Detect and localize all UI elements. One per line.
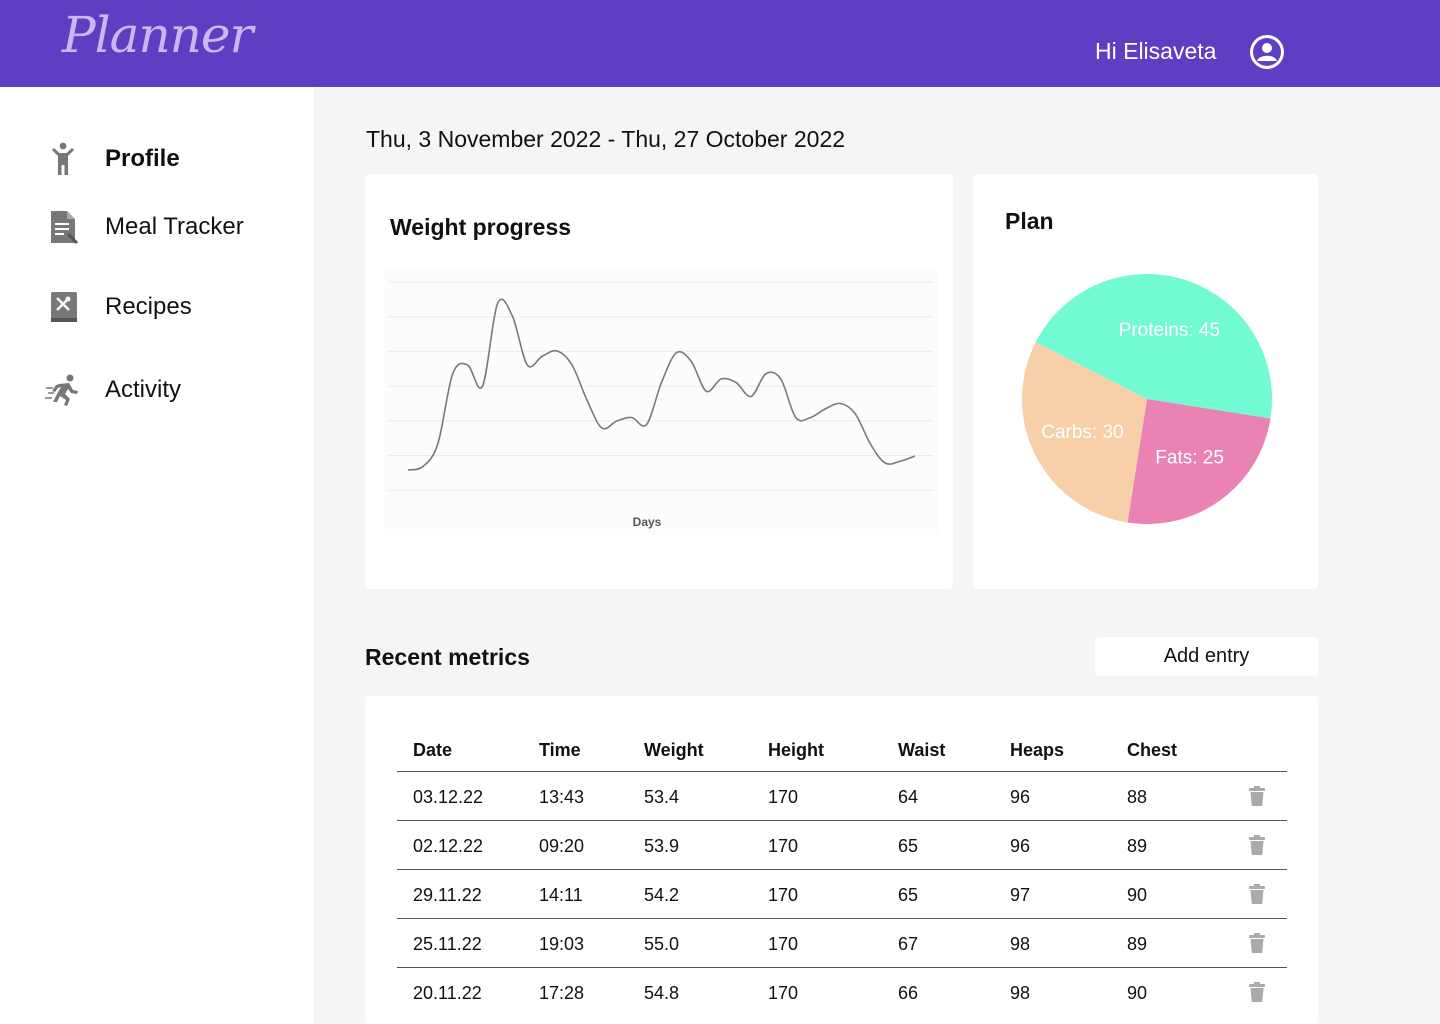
plan-title: Plan	[1005, 208, 1054, 234]
column-header-weight[interactable]: Weight	[644, 740, 704, 761]
cell-weight: 54.2	[644, 885, 680, 905]
cell-chest: 89	[1127, 934, 1148, 954]
pie-slice-label: Proteins: 45	[1119, 320, 1220, 341]
cell-time: 17:28	[539, 983, 585, 1003]
plan-card: Plan Proteins: 45 Fats: 25 Carbs: 30	[973, 174, 1318, 589]
column-header-date[interactable]: Date	[413, 740, 452, 761]
column-header-waist[interactable]: Waist	[898, 740, 945, 761]
cell-waist: 65	[898, 885, 919, 905]
trash-icon[interactable]	[1247, 932, 1267, 954]
table-header: Date Time Weight Height Waist Heaps Ches…	[397, 740, 1287, 772]
sidebar-item-recipes[interactable]: Recipes	[45, 287, 192, 327]
pie-slice-label: Carbs: 30	[1041, 422, 1123, 443]
cell-chest: 89	[1127, 836, 1148, 856]
cell-date: 20.11.22	[413, 983, 482, 1003]
user-avatar-icon[interactable]	[1250, 35, 1284, 69]
sidebar: Profile Meal Tracker Recipes Activity	[0, 87, 314, 1024]
column-header-time[interactable]: Time	[539, 740, 581, 761]
trash-icon[interactable]	[1247, 785, 1267, 807]
cell-waist: 67	[898, 934, 919, 954]
user-greeting: Hi Elisaveta	[1095, 38, 1217, 64]
pie-slice-label: Fats: 25	[1155, 448, 1224, 469]
cell-date: 29.11.22	[413, 885, 482, 905]
date-range[interactable]: Thu, 3 November 2022 - Thu, 27 October 2…	[366, 126, 845, 153]
sidebar-item-profile[interactable]: Profile	[45, 139, 180, 179]
cell-date: 25.11.22	[413, 934, 482, 954]
cell-time: 14:11	[539, 885, 583, 905]
cell-weight: 55.0	[644, 934, 680, 954]
cell-heaps: 98	[1010, 983, 1031, 1003]
add-entry-button[interactable]: Add entry	[1095, 637, 1318, 676]
sidebar-item-label: Recipes	[105, 293, 192, 320]
trash-icon[interactable]	[1247, 834, 1267, 856]
metrics-table: Date Time Weight Height Waist Heaps Ches…	[365, 696, 1318, 1024]
x-axis-label: Days	[633, 515, 662, 529]
cell-chest: 90	[1127, 983, 1148, 1003]
table-row[interactable]: 02.12.22 09:20 53.9 170 65 96 89	[397, 821, 1287, 870]
column-header-chest[interactable]: Chest	[1127, 740, 1177, 761]
table-row[interactable]: 03.12.22 13:43 53.4 170 64 96 88	[397, 772, 1287, 821]
cell-heaps: 97	[1010, 885, 1031, 905]
weight-progress-title: Weight progress	[390, 214, 572, 240]
cell-height: 170	[768, 836, 799, 856]
person-icon	[45, 141, 81, 177]
cell-time: 09:20	[539, 836, 585, 856]
cell-weight: 53.9	[644, 836, 680, 856]
weight-line-chart: Days	[383, 270, 938, 535]
cell-chest: 90	[1127, 885, 1148, 905]
running-icon	[45, 372, 81, 408]
cell-heaps: 96	[1010, 836, 1031, 856]
cell-weight: 53.4	[644, 787, 680, 807]
table-row[interactable]: 20.11.22 17:28 54.8 170 66 98 90	[397, 968, 1287, 1017]
cell-heaps: 98	[1010, 934, 1031, 954]
sidebar-item-label: Profile	[105, 145, 180, 172]
cell-time: 13:43	[539, 787, 585, 807]
table-row[interactable]: 25.11.22 19:03 55.0 170 67 98 89	[397, 919, 1287, 968]
cell-time: 19:03	[539, 934, 585, 954]
table-row[interactable]: 29.11.22 14:11 54.2 170 65 97 90	[397, 870, 1287, 919]
recipe-book-icon	[45, 289, 81, 325]
cell-height: 170	[768, 934, 799, 954]
document-icon	[45, 209, 81, 245]
cell-chest: 88	[1127, 787, 1148, 807]
sidebar-item-label: Activity	[105, 376, 182, 403]
app-logo[interactable]: Planner	[62, 6, 253, 64]
cell-height: 170	[768, 885, 799, 905]
cell-date: 02.12.22	[413, 836, 484, 856]
column-header-height[interactable]: Height	[768, 740, 824, 761]
cell-waist: 66	[898, 983, 919, 1003]
trash-icon[interactable]	[1247, 981, 1267, 1003]
sidebar-item-activity[interactable]: Activity	[45, 370, 181, 410]
cell-waist: 65	[898, 836, 919, 856]
trash-icon[interactable]	[1247, 883, 1267, 905]
weight-progress-card: Weight progress Days	[365, 174, 953, 589]
recent-metrics-title: Recent metrics	[365, 644, 530, 670]
cell-weight: 54.8	[644, 983, 680, 1003]
plan-pie-chart: Proteins: 45 Fats: 25 Carbs: 30	[1022, 273, 1272, 524]
cell-height: 170	[768, 787, 799, 807]
cell-date: 03.12.22	[413, 787, 484, 807]
cell-waist: 64	[898, 787, 919, 807]
cell-height: 170	[768, 983, 799, 1003]
top-bar: Planner Hi Elisaveta	[0, 0, 1440, 87]
sidebar-item-meal-tracker[interactable]: Meal Tracker	[45, 207, 244, 247]
column-header-heaps[interactable]: Heaps	[1010, 740, 1064, 761]
cell-heaps: 96	[1010, 787, 1031, 807]
sidebar-item-label: Meal Tracker	[105, 213, 244, 240]
